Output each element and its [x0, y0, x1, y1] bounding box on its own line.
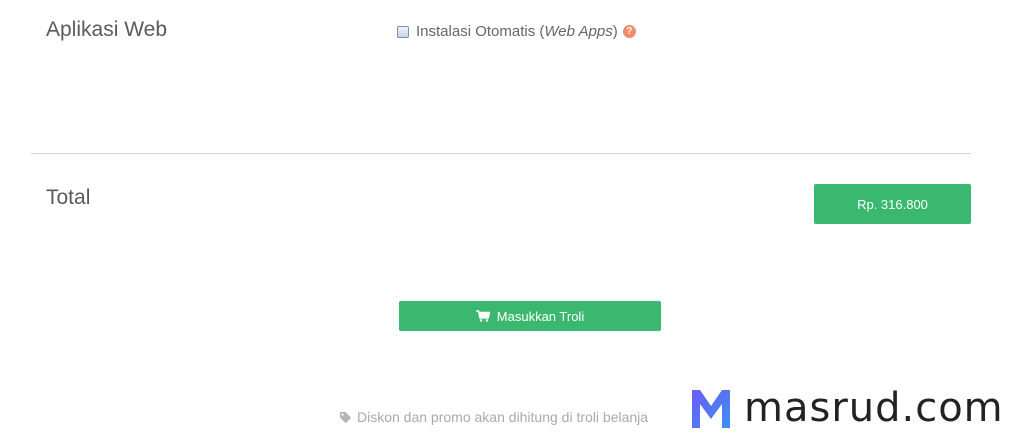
webapps-section-title: Aplikasi Web	[46, 18, 167, 41]
total-price-label: Rp. 316.800	[857, 196, 928, 212]
watermark: masrud.com	[689, 384, 1004, 432]
auto-install-option[interactable]: Instalasi Otomatis (Web Apps) ?	[397, 23, 636, 40]
tag-icon	[340, 411, 352, 423]
auto-install-label-suffix: )	[612, 23, 618, 40]
section-divider	[31, 153, 971, 154]
auto-install-label-prefix: Instalasi Otomatis (	[416, 23, 545, 40]
masrud-logo-icon	[692, 390, 730, 428]
auto-install-label-italic: Web Apps	[544, 23, 613, 40]
watermark-text: masrud.com	[744, 385, 1004, 431]
discount-note: Diskon dan promo akan dihitung di troli …	[339, 409, 648, 425]
auto-install-checkbox[interactable]	[397, 25, 409, 38]
total-title: Total	[46, 186, 91, 209]
help-icon[interactable]: ?	[622, 25, 636, 38]
cart-icon	[475, 310, 490, 322]
add-to-cart-button[interactable]: Masukkan Troli	[399, 301, 661, 331]
discount-note-text: Diskon dan promo akan dihitung di troli …	[357, 409, 649, 425]
add-to-cart-label: Masukkan Troli	[496, 308, 585, 324]
total-price-button[interactable]: Rp. 316.800	[814, 184, 971, 224]
